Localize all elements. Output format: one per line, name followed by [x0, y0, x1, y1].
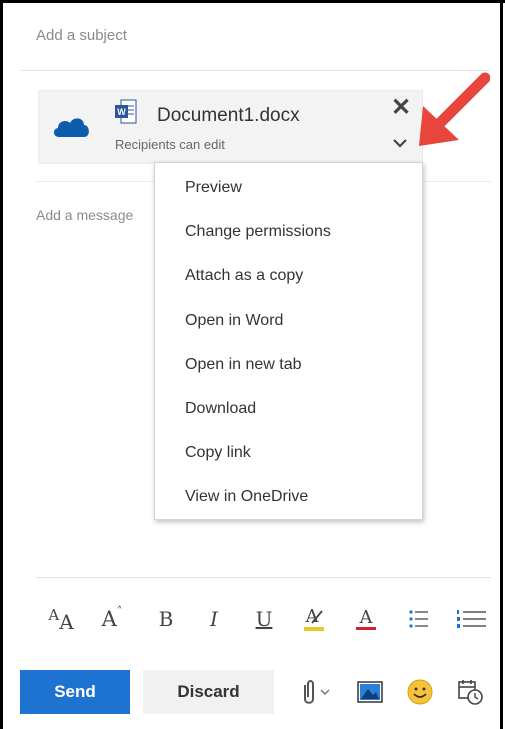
calendar-clock-icon — [458, 680, 483, 705]
attachment-context-menu: Preview Change permissions Attach as a c… — [154, 162, 423, 520]
menu-item-open-in-new-tab[interactable]: Open in new tab — [185, 356, 302, 374]
menu-item-preview[interactable]: Preview — [185, 179, 242, 197]
emoji-icon — [407, 679, 433, 705]
highlighter-icon: A — [304, 606, 324, 631]
svg-text:W: W — [117, 107, 126, 117]
onedrive-icon — [53, 118, 89, 137]
caret-up-icon: ˄ — [116, 604, 123, 618]
insert-picture-button[interactable] — [355, 676, 385, 708]
chevron-down-icon — [393, 139, 407, 148]
menu-item-attach-as-copy[interactable]: Attach as a copy — [185, 267, 303, 285]
underline-button[interactable]: U — [250, 601, 278, 637]
close-icon: ✕ — [390, 94, 412, 121]
svg-text:A: A — [359, 607, 374, 628]
picture-icon — [357, 681, 383, 703]
menu-item-copy-link[interactable]: Copy link — [185, 444, 251, 462]
numbered-list-icon — [457, 610, 486, 628]
font-color-button[interactable]: A — [352, 601, 380, 637]
menu-item-open-in-word[interactable]: Open in Word — [185, 312, 283, 330]
attachment-card[interactable]: W Document1.docx Recipients can edit ✕ — [38, 90, 423, 164]
emoji-button[interactable] — [405, 676, 435, 708]
bulleted-list-icon — [409, 610, 428, 628]
font-color-icon: A — [356, 607, 376, 630]
menu-item-download[interactable]: Download — [185, 400, 256, 418]
word-doc-icon: W — [115, 99, 137, 124]
menu-item-change-permissions[interactable]: Change permissions — [185, 223, 331, 241]
window-left-border — [0, 0, 3, 729]
chevron-down-icon — [320, 689, 330, 696]
font-size-button[interactable]: AA — [44, 601, 78, 637]
red-arrow-annotation — [419, 72, 490, 146]
highlight-button[interactable]: A — [300, 601, 328, 637]
numbering-button[interactable] — [456, 601, 486, 637]
attachment-file-name: Document1.docx — [157, 105, 300, 126]
subject-input[interactable]: Add a subject — [36, 27, 127, 44]
remove-attachment-button[interactable]: ✕ — [390, 94, 412, 121]
message-body-input[interactable]: Add a message — [36, 207, 133, 223]
send-button[interactable]: Send — [20, 670, 130, 714]
menu-item-view-in-onedrive[interactable]: View in OneDrive — [185, 488, 308, 506]
bold-button[interactable]: B — [152, 601, 180, 637]
discard-button[interactable]: Discard — [143, 670, 274, 714]
toolbar-divider — [36, 577, 491, 578]
bullets-button[interactable] — [405, 601, 433, 637]
italic-button[interactable]: I — [200, 601, 228, 637]
attachment-menu-button[interactable] — [390, 135, 410, 151]
window-top-border — [0, 0, 505, 3]
grow-font-button[interactable]: A ˄ — [98, 601, 126, 637]
paperclip-icon — [304, 680, 314, 704]
schedule-button[interactable] — [455, 676, 485, 708]
window-right-border — [500, 0, 503, 729]
attachment-permission: Recipients can edit — [115, 137, 225, 152]
attach-file-button[interactable] — [296, 676, 336, 708]
